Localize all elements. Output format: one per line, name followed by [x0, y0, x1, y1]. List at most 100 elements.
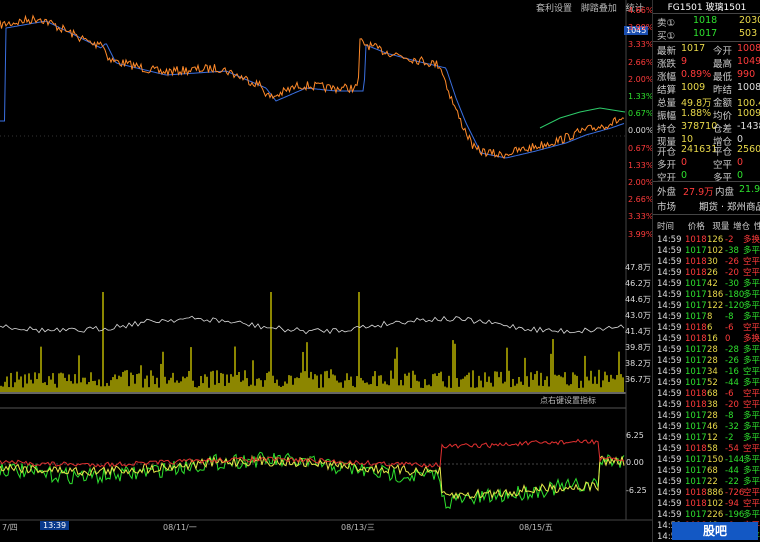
- quote-value: 1008: [737, 82, 760, 93]
- quote-value: 0: [681, 157, 688, 168]
- x-label-0: 7/四: [2, 523, 18, 532]
- tick-row: 14:59 101752 -44 多平: [657, 376, 760, 388]
- volume-axis-label: 43.0万: [625, 311, 651, 320]
- quote-value: 256017: [737, 144, 760, 155]
- tick-row: 14:59 101746 -32 多平: [657, 420, 760, 432]
- market-value: 期货 · 郑州商品: [699, 202, 760, 213]
- quote-value: 9: [681, 56, 688, 67]
- indicator-line-yellow: [0, 454, 625, 500]
- quote-value: 0: [737, 157, 744, 168]
- tick-row: 14:59 101712 -2 多平: [657, 431, 760, 443]
- site-logo[interactable]: 股吧: [672, 522, 758, 540]
- buy-qty: 503: [739, 28, 758, 39]
- volume-axis-label: 41.4万: [625, 327, 651, 336]
- buy-row[interactable]: 买① 1017 503: [657, 28, 757, 42]
- quote-value: 100.4亿: [737, 98, 760, 109]
- quote-label: 最低: [713, 72, 733, 83]
- quote-value: 0.89%: [681, 69, 712, 80]
- tick-row: 14:59 101868 -6 空平: [657, 387, 760, 399]
- tick-row: 14:59 101728 -8 多平: [657, 409, 760, 421]
- chart-area[interactable]: 套利设置 脚踏叠加 统计 1045 4.66% 3.99% 3.33% 2.66% 2.…: [0, 0, 654, 542]
- contract-title: FG1501 玻璃1501: [667, 3, 747, 13]
- quote-label: 空平: [713, 160, 733, 171]
- volume-axis-label: 38.2万: [625, 359, 651, 368]
- tick-row: 14:59 101826 -20 空平: [657, 266, 760, 278]
- quote-label: 涨跌: [657, 59, 677, 70]
- quote-value: 0: [681, 170, 688, 181]
- pct-axis-label: 2.00%: [628, 178, 654, 187]
- pct-axis-label: 3.99%: [628, 229, 654, 239]
- quote-value: 1009: [681, 82, 706, 93]
- tick-row: 14:59 101858 -54 空平: [657, 442, 760, 454]
- tick-row: 14:59 101742 -30 多平: [657, 277, 760, 289]
- volume-axis-label: 39.8万: [625, 343, 651, 352]
- quote-value: 378710: [681, 121, 718, 132]
- quote-label: 多开: [657, 160, 677, 171]
- indicator-line-green: [0, 451, 625, 510]
- market-row: 市场 期货 · 郑州商品: [657, 199, 760, 213]
- col-time: 时间: [657, 222, 675, 232]
- buy-price: 1017: [693, 28, 718, 39]
- x-label-1: 08/11/一: [163, 523, 197, 532]
- tick-row: 14:59 10186 -6 空平: [657, 321, 760, 333]
- quote-value: 49.8万: [681, 98, 712, 109]
- tick-row: 14:59 1017122 -120多平: [657, 299, 760, 311]
- pct-axis-label: 2.66%: [628, 195, 654, 205]
- quote-value: 1008: [737, 43, 760, 54]
- pct-axis-label: 3.33%: [628, 212, 654, 222]
- quote-label: 涨幅: [657, 72, 677, 83]
- indicator-line-red: [0, 438, 625, 468]
- quote-label: 持仓: [657, 124, 677, 135]
- indicator-axis-bottom: -6.25: [626, 486, 647, 495]
- pct-axis-label: 1.33%: [628, 92, 654, 101]
- average-price-line: [0, 20, 625, 159]
- sell-qty: 2030: [739, 15, 760, 26]
- col-qty: 现量: [712, 222, 730, 232]
- col-price: 价格: [687, 222, 705, 232]
- tick-row: 14:59 1017226 -196多平: [657, 508, 760, 520]
- volume-axis-label: 47.8万: [625, 263, 651, 272]
- quote-label: 今开: [713, 46, 733, 57]
- tick-row: 14:59 1018102 -94 空平: [657, 497, 760, 509]
- quote-value: 0: [737, 170, 744, 181]
- pct-axis-label: 1.33%: [628, 160, 654, 170]
- link-arbitrage-settings[interactable]: 套利设置: [536, 4, 572, 14]
- tick-row: 14:59 1017102 -38 多平: [657, 244, 760, 256]
- quote-label: 仓差: [713, 124, 733, 135]
- sell-row[interactable]: 卖① 1018 2030: [657, 15, 760, 29]
- tick-row: 14:59 101838 -20 空平: [657, 398, 760, 410]
- quote-label: 结算: [657, 85, 677, 96]
- col-oi: 增仓: [733, 222, 751, 232]
- quote-label: 平仓: [713, 147, 733, 158]
- link-overlay[interactable]: 脚踏叠加: [581, 4, 617, 14]
- pct-axis-label: 0.00%: [628, 126, 654, 136]
- pct-axis-label: 4.66%: [628, 6, 654, 15]
- inner-label: 内盘: [715, 187, 735, 198]
- col-nature: 性质: [754, 220, 760, 232]
- tick-row: 14:59 101728 -28 多平: [657, 343, 760, 355]
- indicator-axis-zero: 0.00: [626, 458, 644, 467]
- indicator-settings-hint[interactable]: 点右键设置指标: [540, 395, 596, 406]
- tick-row: 14:59 101734 -16 空平: [657, 365, 760, 377]
- quote-label: 开仓: [657, 147, 677, 158]
- tick-row: 14:59 101728 -26 多平: [657, 354, 760, 366]
- quote-label: 总量: [657, 98, 677, 109]
- volume-axis-label: 46.2万: [625, 279, 651, 288]
- inner-value: 21.97: [739, 184, 760, 195]
- crosshair-time: 13:39: [40, 521, 70, 530]
- pct-axis-label: 0.67%: [628, 143, 654, 153]
- open-interest-line: [0, 315, 625, 335]
- tick-row: 14:59 1017150 -144多平: [657, 453, 760, 465]
- pct-axis-label: 2.66%: [628, 57, 654, 67]
- quote-value: 1009: [737, 108, 760, 119]
- quote-value: 1049: [737, 56, 760, 67]
- volume-axis-label: 44.6万: [625, 295, 651, 304]
- pct-axis-label: 3.33%: [628, 40, 654, 50]
- chart-canvas[interactable]: [0, 0, 652, 542]
- market-label: 市场: [657, 202, 677, 213]
- x-label-3: 08/15/五: [519, 523, 553, 532]
- price-line: [0, 14, 625, 160]
- quote-label: 昨结: [713, 85, 733, 96]
- quote-value: 990: [737, 69, 756, 80]
- sell-price: 1018: [693, 15, 718, 26]
